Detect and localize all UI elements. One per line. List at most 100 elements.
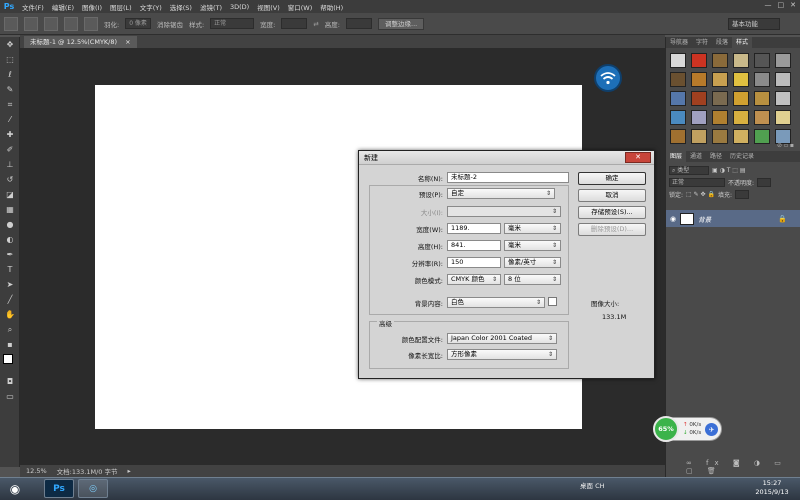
style-swatch[interactable] <box>733 129 749 144</box>
subtract-selection-icon[interactable] <box>64 16 78 31</box>
fill-input[interactable] <box>734 189 749 199</box>
aspect-ratio-select[interactable]: 方形像素 ⇕ <box>447 349 557 360</box>
ok-button[interactable]: 确定 <box>578 172 646 185</box>
style-swatch[interactable] <box>691 53 707 68</box>
antialias-checkbox[interactable]: 消除锯齿 <box>157 19 183 29</box>
default-colors-icon[interactable]: ▪ <box>0 337 20 352</box>
document-info[interactable]: 文档:133.1M/0 字节 <box>57 466 118 476</box>
menu-view[interactable]: 视图(V) <box>253 2 284 12</box>
quick-select-tool-icon[interactable]: ✎ <box>0 82 20 97</box>
bit-depth-select[interactable]: 8 位 ⇕ <box>504 274 561 285</box>
tab-character[interactable]: 字符 <box>692 37 712 48</box>
taskbar-browser[interactable]: ◎ <box>78 479 108 498</box>
style-swatch[interactable] <box>670 129 686 144</box>
style-swatch[interactable] <box>775 91 791 106</box>
workspace-select[interactable]: 基本功能 <box>728 18 780 30</box>
maximize-button[interactable]: □ <box>778 1 785 9</box>
marquee-tool-icon[interactable]: ⬚ <box>0 52 20 67</box>
tab-navigator[interactable]: 导航器 <box>666 37 692 48</box>
style-swatch[interactable] <box>733 91 749 106</box>
refine-edge-button[interactable]: 调整边缘... <box>378 17 425 30</box>
type-tool-icon[interactable]: T <box>0 262 20 277</box>
wifi-floating-icon[interactable] <box>594 64 622 92</box>
dialog-close-button[interactable]: ✕ <box>625 152 651 163</box>
rocket-icon[interactable]: ✈ <box>705 423 718 436</box>
resolution-input[interactable]: 150 <box>447 257 501 268</box>
style-swatch[interactable] <box>712 91 728 106</box>
swap-icon[interactable]: ⇄ <box>313 20 318 28</box>
color-profile-select[interactable]: Japan Color 2001 Coated ⇕ <box>447 333 557 344</box>
width-input[interactable]: 1189. <box>447 223 501 234</box>
quick-mask-icon[interactable]: ◘ <box>0 374 20 389</box>
lock-icons[interactable]: ⬚ ✎ ✥ 🔒 <box>686 191 715 198</box>
menu-file[interactable]: 文件(F) <box>18 2 48 12</box>
menu-type[interactable]: 文字(Y) <box>136 2 166 12</box>
background-color-swatch[interactable] <box>548 297 557 306</box>
menu-layer[interactable]: 图层(L) <box>106 2 136 12</box>
style-swatch[interactable] <box>691 72 707 87</box>
style-swatch[interactable] <box>733 110 749 125</box>
document-tab[interactable]: 未标题-1 @ 12.5%(CMYK/8) × <box>24 36 137 48</box>
eyedropper-tool-icon[interactable]: ⁄ <box>0 112 20 127</box>
document-tab-close-icon[interactable]: × <box>125 38 130 46</box>
style-swatch[interactable] <box>691 110 707 125</box>
style-swatch[interactable] <box>775 53 791 68</box>
preset-select[interactable]: 自定 ⇕ <box>447 188 555 199</box>
style-swatch[interactable] <box>754 129 770 144</box>
zoom-tool-icon[interactable]: ⌕ <box>0 322 20 337</box>
width-unit-select[interactable]: 毫米 ⇕ <box>504 223 561 234</box>
layers-footer-icons[interactable]: ∞ fx ◙ ◑ ▭ ▢ 🗑 <box>686 459 800 475</box>
style-swatch[interactable] <box>754 110 770 125</box>
marquee-tool-preset[interactable] <box>4 16 18 31</box>
menu-edit[interactable]: 编辑(E) <box>48 2 78 12</box>
style-swatch[interactable] <box>712 129 728 144</box>
blur-tool-icon[interactable]: ● <box>0 217 20 232</box>
style-swatch[interactable] <box>670 110 686 125</box>
color-mode-select[interactable]: CMYK 颜色 ⇕ <box>447 274 501 285</box>
style-swatch[interactable] <box>691 129 707 144</box>
shape-tool-icon[interactable]: ╱ <box>0 292 20 307</box>
menu-select[interactable]: 选择(S) <box>166 2 196 12</box>
new-selection-icon[interactable] <box>24 16 38 31</box>
network-speed-widget[interactable]: 65% ↑ 0K/s ↓ 0K/s ✈ <box>653 416 722 442</box>
menu-filter[interactable]: 滤镜(T) <box>196 2 226 12</box>
save-preset-button[interactable]: 存储预设(S)... <box>578 206 646 219</box>
clock[interactable]: 15:27 2015/9/13 <box>748 479 796 497</box>
hand-tool-icon[interactable]: ✋ <box>0 307 20 322</box>
width-input[interactable] <box>281 18 308 29</box>
style-select[interactable]: 正常 <box>210 18 255 29</box>
tab-channels[interactable]: 通道 <box>686 151 706 162</box>
pen-tool-icon[interactable]: ✒ <box>0 247 20 262</box>
color-swatches[interactable] <box>0 352 20 374</box>
foreground-color[interactable] <box>3 354 13 364</box>
history-brush-tool-icon[interactable]: ↺ <box>0 172 20 187</box>
gradient-tool-icon[interactable]: ▦ <box>0 202 20 217</box>
menu-help[interactable]: 帮助(H) <box>316 2 347 12</box>
styles-panel-footer-icons[interactable]: ⊘ ▫ ▪ <box>777 142 794 149</box>
background-select[interactable]: 白色 ⇕ <box>447 297 545 308</box>
cancel-button[interactable]: 取消 <box>578 189 646 202</box>
height-input[interactable] <box>346 18 372 29</box>
healing-tool-icon[interactable]: ✚ <box>0 127 20 142</box>
eraser-tool-icon[interactable]: ◪ <box>0 187 20 202</box>
blend-mode-select[interactable]: 正常 <box>669 177 725 187</box>
style-swatch[interactable] <box>670 53 686 68</box>
tab-paragraph[interactable]: 段落 <box>712 37 732 48</box>
style-swatch[interactable] <box>712 72 728 87</box>
style-swatch[interactable] <box>733 72 749 87</box>
style-swatch[interactable] <box>754 72 770 87</box>
intersect-selection-icon[interactable] <box>84 16 98 31</box>
add-selection-icon[interactable] <box>44 16 58 31</box>
layer-background[interactable]: ◉ 背景 🔒 <box>666 210 800 227</box>
dialog-titlebar[interactable]: 新建 ✕ <box>359 151 654 165</box>
move-tool-icon[interactable]: ✥ <box>0 37 20 52</box>
name-input[interactable]: 未标题-2 <box>447 172 569 183</box>
menu-window[interactable]: 窗口(W) <box>284 2 317 12</box>
menu-3d[interactable]: 3D(D) <box>226 3 253 11</box>
tab-layers[interactable]: 图层 <box>666 151 687 162</box>
start-button[interactable]: ◉ <box>2 478 28 499</box>
style-swatch[interactable] <box>670 72 686 87</box>
resolution-unit-select[interactable]: 像素/英寸 ⇕ <box>504 257 561 268</box>
style-swatch[interactable] <box>733 53 749 68</box>
tab-styles[interactable]: 样式 <box>732 37 753 48</box>
